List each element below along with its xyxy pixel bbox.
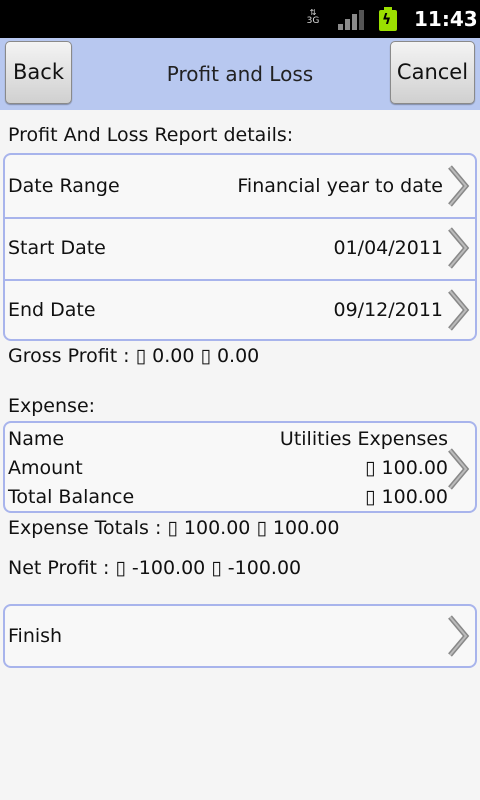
chevron-right-icon (445, 447, 471, 491)
status-bar: ⇅ 3G ϟ 11:43 (0, 0, 480, 38)
expense-card[interactable]: Name Utilities Expenses Amount ▯ 100.00 … (3, 421, 477, 513)
report-heading: Profit And Loss Report details: (8, 124, 294, 146)
cancel-button[interactable]: Cancel (390, 41, 475, 104)
finish-button[interactable]: Finish (3, 604, 477, 668)
finish-row: Finish (5, 606, 475, 666)
start-date-label: Start Date (8, 237, 106, 259)
expense-amount-value: ▯ 100.00 (365, 457, 448, 479)
end-date-value: 09/12/2011 (333, 299, 443, 321)
back-button[interactable]: Back (5, 41, 72, 104)
page-title: Profit and Loss (166, 62, 314, 86)
date-range-value: Financial year to date (237, 175, 443, 197)
date-range-label: Date Range (8, 175, 120, 197)
expense-name-value: Utilities Expenses (279, 428, 448, 450)
network-3g-icon: ⇅ 3G (306, 8, 320, 26)
expense-total-label: Total Balance (8, 486, 135, 508)
chevron-right-icon (445, 288, 471, 332)
end-date-row[interactable]: End Date 09/12/2011 (5, 279, 475, 341)
end-date-label: End Date (8, 299, 96, 321)
gross-profit-text: Gross Profit : ▯ 0.00 ▯ 0.00 (8, 345, 260, 367)
chevron-right-icon (445, 164, 471, 208)
chevron-right-icon (445, 614, 471, 658)
date-range-row[interactable]: Date Range Financial year to date (5, 155, 475, 217)
expense-total-value: ▯ 100.00 (365, 486, 448, 508)
expense-name-line: Name Utilities Expenses (8, 425, 448, 454)
expense-heading: Expense: (8, 395, 96, 417)
start-date-value: 01/04/2011 (333, 237, 443, 259)
finish-label: Finish (8, 625, 63, 647)
net-profit-text: Net Profit : ▯ -100.00 ▯ -100.00 (8, 557, 302, 579)
battery-charging-icon: ϟ (378, 7, 398, 31)
start-date-row[interactable]: Start Date 01/04/2011 (5, 217, 475, 279)
expense-amount-label: Amount (8, 457, 83, 479)
title-bar: Back Profit and Loss Cancel (0, 38, 480, 110)
clock: 11:43 (414, 7, 478, 31)
chevron-right-icon (445, 226, 471, 270)
expense-totals-text: Expense Totals : ▯ 100.00 ▯ 100.00 (8, 517, 340, 539)
report-details-card: Date Range Financial year to date Start … (3, 153, 477, 341)
expense-amount-line: Amount ▯ 100.00 (8, 454, 448, 483)
signal-strength-icon (338, 10, 364, 30)
expense-name-label: Name (8, 428, 65, 450)
expense-total-line: Total Balance ▯ 100.00 (8, 483, 448, 512)
